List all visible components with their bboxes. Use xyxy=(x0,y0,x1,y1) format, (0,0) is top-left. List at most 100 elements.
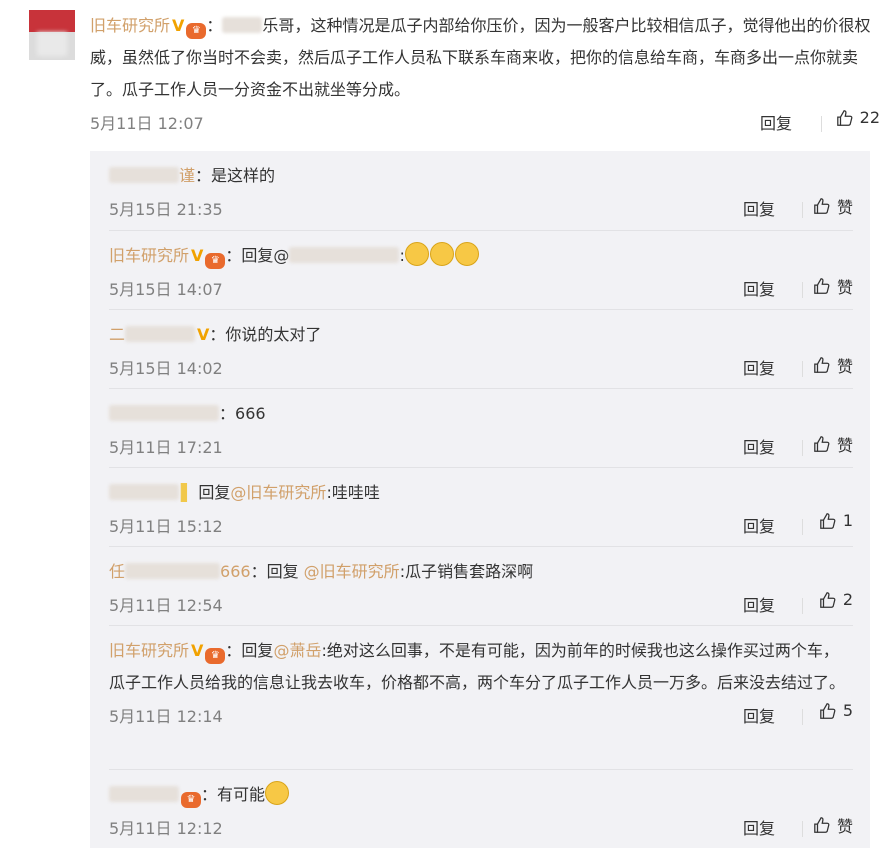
like-count: 赞 xyxy=(836,357,853,376)
author-name[interactable]: 旧车研究所 xyxy=(109,641,189,660)
blurred-username[interactable] xyxy=(125,326,196,342)
timestamp: 5月11日 12:07 xyxy=(90,114,204,133)
like-button[interactable]: 赞 xyxy=(813,274,853,298)
like-count: 22 xyxy=(859,108,880,127)
reply-button[interactable]: 回复 xyxy=(760,110,792,134)
reply-button[interactable]: 回复 xyxy=(743,703,775,727)
blurred-username[interactable] xyxy=(109,167,179,183)
blurred-username xyxy=(222,17,263,33)
like-button[interactable]: 2 xyxy=(819,590,853,609)
blurred-username[interactable] xyxy=(109,786,179,802)
author-name[interactable]: 旧车研究所 xyxy=(90,16,170,35)
reply-item: 旧车研究所 V ♛ ：回复@萧岳:绝对这么回事，不是有可能，因为前年的时候我也这么操作… xyxy=(109,626,853,770)
thumbs-up-icon xyxy=(836,109,853,126)
reply-text: 谨：是这样的 xyxy=(109,151,853,192)
like-button[interactable]: 赞 xyxy=(813,813,853,837)
laugh-cry-emoji-icon xyxy=(404,242,429,266)
divider xyxy=(802,709,803,725)
reply-item: 旧车研究所 V ♛ ：回复@: 5月15日 14:07 回复 赞 xyxy=(109,231,853,310)
divider xyxy=(802,440,803,456)
author-name[interactable]: 旧车研究所 xyxy=(109,246,189,265)
reply-button[interactable]: 回复 xyxy=(743,276,775,300)
reply-meta: 5月11日 15:12 回复 1 xyxy=(109,509,853,541)
like-count: 赞 xyxy=(836,278,853,297)
divider xyxy=(802,519,803,535)
thumbs-up-icon xyxy=(814,278,830,294)
like-button[interactable]: 22 xyxy=(836,108,880,127)
reply-button[interactable]: 回复 xyxy=(743,592,775,616)
reply-meta: 5月15日 14:02 回复 赞 xyxy=(109,351,853,383)
reply-button[interactable]: 回复 xyxy=(743,355,775,379)
thumbs-up-icon xyxy=(814,817,830,833)
laugh-cry-emoji-icon xyxy=(454,242,479,266)
shy-emoji-icon xyxy=(265,781,290,805)
timestamp: 5月11日 17:21 xyxy=(109,438,223,457)
like-button[interactable]: 赞 xyxy=(813,432,853,456)
thumbs-up-icon xyxy=(814,198,830,214)
main-comment: 旧车研究所 V ♛：乐哥，这种情况是瓜子内部给你压价，因为一般客户比较相信瓜子，觉得… xyxy=(90,10,880,138)
comment-body: ，这种情况是瓜子内部给你压价，因为一般客户比较相信瓜子，觉得他出的价很权威，虽然… xyxy=(90,16,871,99)
mention-link[interactable]: @萧岳 xyxy=(273,641,321,660)
avatar[interactable] xyxy=(29,10,75,60)
reply-button[interactable]: 回复 xyxy=(743,434,775,458)
reply-meta: 5月11日 12:54 回复 2 xyxy=(109,588,853,620)
divider xyxy=(802,361,803,377)
like-count: 赞 xyxy=(836,436,853,455)
thumbs-up-icon xyxy=(814,357,830,373)
reply-text: 任 666：回复 @旧车研究所:瓜子销售套路深啊 xyxy=(109,562,534,581)
member-crown-icon: ♛ xyxy=(205,648,226,664)
reply-item: ♛ ：有可能 5月11日 12:12 回复 赞 xyxy=(109,770,853,848)
like-count: 1 xyxy=(842,511,853,530)
thumbs-up-icon xyxy=(814,436,830,452)
blurred-mention[interactable] xyxy=(289,247,400,263)
reply-text: ♛ ：有可能 xyxy=(109,770,853,811)
verified-badge-icon: V xyxy=(172,16,185,35)
reply-button[interactable]: 回复 xyxy=(743,513,775,537)
verified-badge-icon: ▌ xyxy=(181,483,194,502)
like-button[interactable]: 赞 xyxy=(813,194,853,218)
reply-text: ：666 xyxy=(109,389,853,430)
blurred-username[interactable] xyxy=(109,405,219,421)
verified-badge-icon: V xyxy=(191,246,204,265)
mention-link[interactable]: @旧车研究所 xyxy=(304,562,400,581)
timestamp: 5月15日 14:02 xyxy=(109,359,223,378)
mention-link[interactable]: @旧车研究所 xyxy=(230,483,326,502)
thumbs-up-icon xyxy=(819,591,836,608)
member-crown-icon: ♛ xyxy=(205,253,226,269)
like-button[interactable]: 5 xyxy=(819,701,853,720)
divider xyxy=(821,116,822,132)
thumbs-up-icon xyxy=(819,702,836,719)
blurred-username[interactable] xyxy=(109,484,179,500)
member-crown-icon: ♛ xyxy=(181,792,201,808)
divider xyxy=(802,821,803,837)
comment-meta: 5月11日 12:07 回复 22 xyxy=(90,106,880,138)
timestamp: 5月11日 12:54 xyxy=(109,596,223,615)
laugh-cry-emoji-icon xyxy=(429,242,454,266)
main-comment-text: 旧车研究所 V ♛：乐哥，这种情况是瓜子内部给你压价，因为一般客户比较相信瓜子，觉得… xyxy=(90,16,871,99)
like-count: 5 xyxy=(842,701,853,720)
member-crown-icon: ♛ xyxy=(186,23,207,39)
reply-text: ▌ 回复@旧车研究所:哇哇哇 xyxy=(109,468,853,509)
reply-button[interactable]: 回复 xyxy=(743,815,775,839)
reply-item: 二 V：你说的太对了 5月15日 14:02 回复 赞 xyxy=(109,310,853,389)
divider xyxy=(802,282,803,298)
reply-meta: 5月15日 14:07 回复 赞 xyxy=(109,272,853,304)
reply-item: 任 666：回复 @旧车研究所:瓜子销售套路深啊 5月11日 12:54 回复 2 xyxy=(109,547,853,626)
verified-badge-icon: V xyxy=(197,325,210,344)
reply-meta: 5月11日 12:14 回复 5 xyxy=(109,699,853,731)
divider xyxy=(802,598,803,614)
reply-meta: 5月15日 21:35 回复 赞 xyxy=(109,192,853,224)
reply-text: 旧车研究所 V ♛ ：回复@: xyxy=(109,231,853,272)
timestamp: 5月11日 12:12 xyxy=(109,819,223,838)
blurred-username[interactable] xyxy=(125,563,221,579)
reply-meta: 5月11日 12:12 回复 赞 xyxy=(109,811,853,843)
timestamp: 5月15日 14:07 xyxy=(109,280,223,299)
like-button[interactable]: 1 xyxy=(819,511,853,530)
timestamp: 5月15日 21:35 xyxy=(109,200,223,219)
reply-text: 二 V：你说的太对了 xyxy=(109,325,322,344)
like-count: 2 xyxy=(842,590,853,609)
reply-item: ▌ 回复@旧车研究所:哇哇哇 5月11日 15:12 回复 1 xyxy=(109,468,853,547)
reply-button[interactable]: 回复 xyxy=(743,196,775,220)
reply-text: 旧车研究所 V ♛ ：回复@萧岳:绝对这么回事，不是有可能，因为前年的时候我也这么操作… xyxy=(109,641,846,692)
like-button[interactable]: 赞 xyxy=(813,353,853,377)
